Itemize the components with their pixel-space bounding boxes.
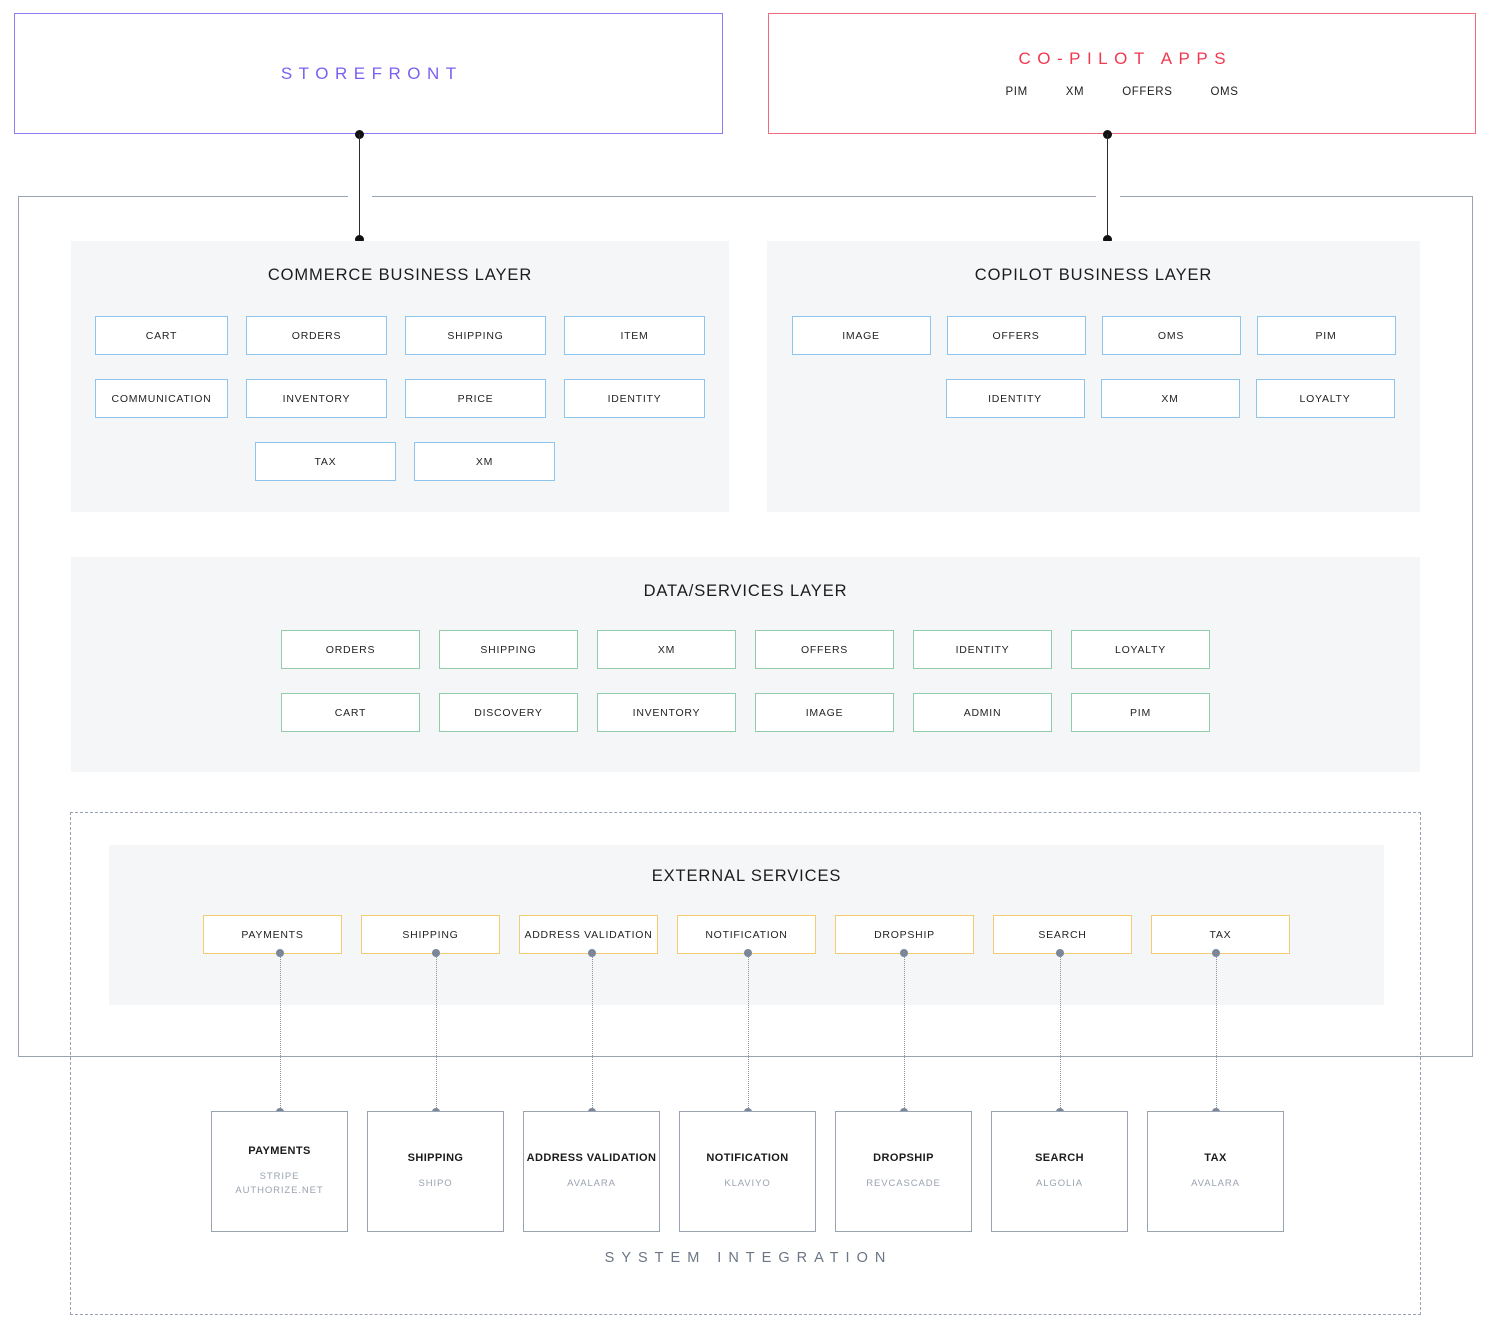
data-chip-shipping[interactable]: SHIPPING: [439, 630, 578, 669]
vendor-title-shipping: SHIPPING: [407, 1152, 464, 1165]
vendor-providers-payments: STRIPE AUTHORIZE.NET: [235, 1171, 324, 1196]
vendor-title-dropship: DROPSHIP: [873, 1152, 934, 1165]
vendor-title-address-validation: ADDRESS VALIDATION: [526, 1152, 657, 1165]
system-integration-label: SYSTEM INTEGRATION: [604, 1250, 893, 1266]
vendor-providers-notification: KLAVIYO: [724, 1178, 771, 1190]
data-row-2: CART DISCOVERY INVENTORY IMAGE ADMIN PIM: [71, 693, 1420, 732]
copilot-row-2: IDENTITY XM LOYALTY: [767, 379, 1420, 418]
data-chip-identity[interactable]: IDENTITY: [913, 630, 1052, 669]
dotted-link-dropship: [903, 957, 905, 1112]
data-chip-pim[interactable]: PIM: [1071, 693, 1210, 732]
copilot-connector-line: [1106, 134, 1109, 240]
copilot-app-xm: XM: [1065, 86, 1085, 98]
copilot-apps-box[interactable]: CO-PILOT APPS PIM XM OFFERS OMS: [768, 13, 1476, 134]
storefront-connector-line: [358, 134, 361, 240]
vendor-title-search: SEARCH: [1035, 1152, 1084, 1165]
data-chip-image[interactable]: IMAGE: [755, 693, 894, 732]
link-node-top-search: [1055, 949, 1064, 957]
storefront-box[interactable]: STOREFRONT: [14, 13, 723, 134]
link-node-top-payments: [275, 949, 284, 957]
commerce-chip-identity[interactable]: IDENTITY: [564, 379, 705, 418]
data-chip-orders[interactable]: ORDERS: [281, 630, 420, 669]
vendor-providers-shipping: SHIPO: [418, 1178, 453, 1190]
commerce-chip-cart[interactable]: CART: [95, 316, 228, 355]
vendor-providers-search: ALGOLIA: [1036, 1178, 1083, 1190]
vendor-box-dropship[interactable]: DROPSHIP REVCASCADE: [835, 1111, 972, 1232]
copilot-chip-offers[interactable]: OFFERS: [946, 316, 1086, 355]
data-row-1: ORDERS SHIPPING XM OFFERS IDENTITY LOYAL…: [71, 630, 1420, 669]
dotted-link-payments: [279, 957, 281, 1112]
data-chip-xm[interactable]: XM: [597, 630, 736, 669]
dotted-link-search: [1059, 957, 1061, 1112]
commerce-chip-price[interactable]: PRICE: [405, 379, 546, 418]
vendor-box-search[interactable]: SEARCH ALGOLIA: [991, 1111, 1128, 1232]
link-node-top-notification: [743, 949, 752, 957]
copilot-chip-identity[interactable]: IDENTITY: [945, 379, 1085, 418]
link-node-top-address-validation: [587, 949, 596, 957]
commerce-chip-xm[interactable]: XM: [414, 442, 555, 481]
commerce-chip-inventory[interactable]: INVENTORY: [246, 379, 387, 418]
data-chip-discovery[interactable]: DISCOVERY: [439, 693, 578, 732]
vendor-title-payments: PAYMENTS: [248, 1145, 311, 1158]
data-chip-offers[interactable]: OFFERS: [755, 630, 894, 669]
vendor-box-shipping[interactable]: SHIPPING SHIPO: [367, 1111, 504, 1232]
commerce-business-layer-title: COMMERCE BUSINESS LAYER: [267, 266, 533, 284]
commerce-chip-item[interactable]: ITEM: [564, 316, 705, 355]
external-chip-address-validation[interactable]: ADDRESS VALIDATION: [519, 915, 658, 954]
vendor-box-address-validation[interactable]: ADDRESS VALIDATION AVALARA: [523, 1111, 660, 1232]
commerce-chip-tax[interactable]: TAX: [255, 442, 396, 481]
commerce-chip-shipping[interactable]: SHIPPING: [405, 316, 546, 355]
dotted-link-address-validation: [591, 957, 593, 1112]
link-node-top-shipping: [431, 949, 440, 957]
data-chip-admin[interactable]: ADMIN: [913, 693, 1052, 732]
copilot-apps-title: CO-PILOT APPS: [1018, 49, 1233, 68]
copilot-app-oms: OMS: [1210, 86, 1239, 98]
copilot-chip-image[interactable]: IMAGE: [791, 316, 931, 355]
commerce-chip-orders[interactable]: ORDERS: [246, 316, 387, 355]
storefront-title: STOREFRONT: [280, 63, 463, 83]
external-services-panel: EXTERNAL SERVICES PAYMENTS SHIPPING ADDR…: [109, 845, 1384, 1005]
external-chip-payments[interactable]: PAYMENTS: [203, 915, 342, 954]
vendor-box-tax[interactable]: TAX AVALARA: [1147, 1111, 1284, 1232]
external-services-title: EXTERNAL SERVICES: [651, 867, 842, 885]
dotted-link-notification: [747, 957, 749, 1112]
external-chip-shipping[interactable]: SHIPPING: [361, 915, 500, 954]
copilot-chip-loyalty[interactable]: LOYALTY: [1255, 379, 1395, 418]
data-services-layer-panel: DATA/SERVICES LAYER ORDERS SHIPPING XM O…: [71, 557, 1420, 772]
dotted-link-tax: [1215, 957, 1217, 1112]
copilot-business-layer-title: COPILOT BUSINESS LAYER: [974, 266, 1213, 284]
copilot-chip-pim[interactable]: PIM: [1256, 316, 1396, 355]
data-chip-inventory[interactable]: INVENTORY: [597, 693, 736, 732]
vendor-providers-tax: AVALARA: [1191, 1178, 1240, 1190]
copilot-chip-xm[interactable]: XM: [1100, 379, 1240, 418]
commerce-row-1: CART ORDERS SHIPPING ITEM: [71, 316, 729, 355]
vendor-title-tax: TAX: [1204, 1152, 1227, 1165]
vendor-providers-address-validation: AVALARA: [567, 1178, 616, 1190]
vendor-box-payments[interactable]: PAYMENTS STRIPE AUTHORIZE.NET: [211, 1111, 348, 1232]
data-chip-cart[interactable]: CART: [281, 693, 420, 732]
data-services-layer-title: DATA/SERVICES LAYER: [643, 582, 848, 600]
copilot-apps-list: PIM XM OFFERS OMS: [1006, 86, 1239, 98]
commerce-business-layer-panel: COMMERCE BUSINESS LAYER CART ORDERS SHIP…: [71, 241, 729, 512]
external-chip-tax[interactable]: TAX: [1151, 915, 1290, 954]
copilot-row-1: IMAGE OFFERS OMS PIM: [767, 316, 1420, 355]
copilot-business-layer-panel: COPILOT BUSINESS LAYER IMAGE OFFERS OMS …: [767, 241, 1420, 512]
commerce-chip-communication[interactable]: COMMUNICATION: [95, 379, 228, 418]
link-node-top-dropship: [899, 949, 908, 957]
external-chip-search[interactable]: SEARCH: [993, 915, 1132, 954]
data-chip-loyalty[interactable]: LOYALTY: [1071, 630, 1210, 669]
vendor-box-notification[interactable]: NOTIFICATION KLAVIYO: [679, 1111, 816, 1232]
commerce-row-3: TAX XM: [71, 442, 729, 481]
copilot-chip-oms[interactable]: OMS: [1101, 316, 1241, 355]
commerce-row-2: COMMUNICATION INVENTORY PRICE IDENTITY: [71, 379, 729, 418]
vendor-title-notification: NOTIFICATION: [706, 1152, 789, 1165]
copilot-app-pim: PIM: [1005, 86, 1028, 98]
vendor-providers-dropship: REVCASCADE: [866, 1178, 941, 1190]
copilot-app-offers: OFFERS: [1122, 86, 1173, 98]
dotted-link-shipping: [435, 957, 437, 1112]
link-node-top-tax: [1211, 949, 1220, 957]
